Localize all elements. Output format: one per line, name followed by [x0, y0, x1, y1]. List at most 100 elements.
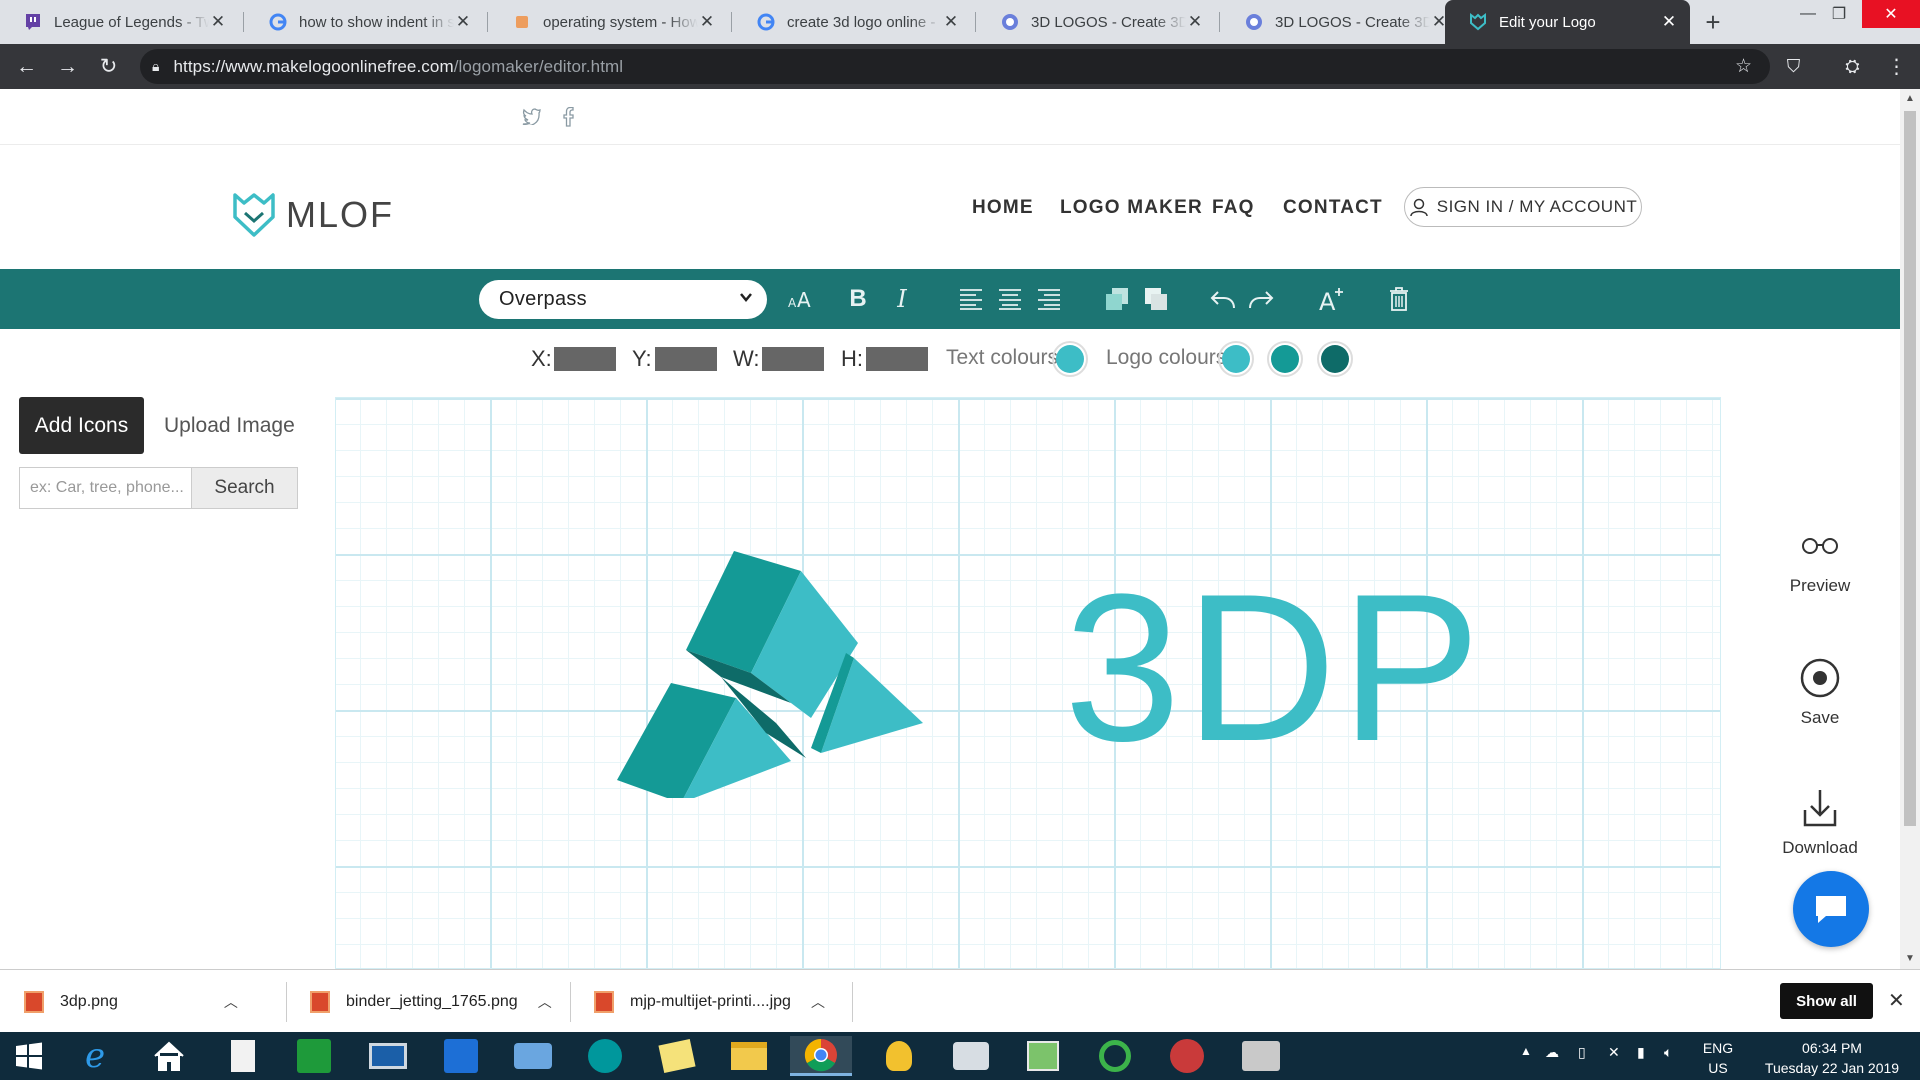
close-tab-icon[interactable]: ✕ [698, 12, 716, 32]
tray-weather-icon[interactable]: ☁ [1545, 1044, 1559, 1061]
nav-home[interactable]: HOME [972, 197, 1034, 219]
chevron-up-icon[interactable]: ︿ [538, 992, 552, 1012]
close-tab-icon[interactable]: ✕ [209, 12, 227, 32]
restore-icon[interactable]: ❐ [1814, 0, 1864, 28]
y-input[interactable] [655, 347, 717, 371]
delete-icon[interactable] [1388, 281, 1410, 317]
close-tab-icon[interactable]: ✕ [1186, 12, 1204, 32]
printer-app-icon[interactable] [1230, 1036, 1292, 1076]
chat-button[interactable] [1793, 871, 1869, 947]
browser-tab[interactable]: 3D LOGOS - Create 3D l ✕ [1221, 0, 1460, 44]
arduino-icon[interactable] [574, 1036, 636, 1076]
maxthon-icon[interactable] [430, 1036, 492, 1076]
browser-tab[interactable]: League of Legends - Tw ✕ [0, 0, 239, 44]
menu-kebab-icon[interactable]: ⋮ [1880, 50, 1913, 83]
address-bar[interactable]: 🔒︎ https://www.makelogoonlinefree.com/lo… [140, 49, 1770, 84]
browser-tab[interactable]: operating system - How ✕ [489, 0, 728, 44]
font-select[interactable]: Overpass [479, 280, 767, 319]
computer-icon[interactable] [357, 1036, 419, 1076]
close-tab-icon[interactable]: ✕ [942, 12, 960, 32]
add-text-icon[interactable]: A [1318, 281, 1346, 317]
close-tab-icon[interactable]: ✕ [1660, 12, 1678, 32]
file-explorer-icon[interactable] [718, 1036, 780, 1076]
x-input[interactable] [554, 347, 616, 371]
forward-icon[interactable]: → [51, 50, 84, 83]
align-center-icon[interactable] [997, 281, 1023, 317]
sticky-notes-icon[interactable] [646, 1036, 708, 1076]
nav-faq[interactable]: FAQ [1212, 197, 1255, 219]
search-button[interactable]: Search [191, 467, 298, 509]
text-colour-swatch[interactable] [1052, 341, 1088, 377]
close-tab-icon[interactable]: ✕ [454, 12, 472, 32]
logo-colour-swatch[interactable] [1218, 341, 1254, 377]
chevron-up-icon[interactable]: ︿ [224, 992, 238, 1012]
extension-shield-icon[interactable]: ⛉ [1777, 50, 1810, 83]
h-input[interactable] [866, 347, 928, 371]
show-all-downloads-button[interactable]: Show all [1780, 983, 1873, 1019]
download-button[interactable]: Download [1760, 786, 1880, 858]
font-size-icon[interactable]: AA [788, 281, 814, 317]
bookmark-star-icon[interactable]: ☆ [1735, 55, 1752, 78]
italic-icon[interactable]: I [890, 281, 914, 317]
home-icon[interactable] [138, 1036, 200, 1076]
lightbulb-icon[interactable] [868, 1036, 930, 1076]
close-window-icon[interactable]: ✕ [1862, 0, 1920, 28]
tray-network-icon[interactable]: ✕ [1608, 1044, 1620, 1061]
scroll-up-icon[interactable]: ▲ [1905, 93, 1915, 104]
keyboard-icon[interactable] [502, 1036, 564, 1076]
nav-logo-maker[interactable]: LOGO MAKER [1060, 197, 1203, 219]
3d-blocks-logo-icon[interactable] [616, 543, 926, 798]
scroll-down-icon[interactable]: ▼ [1905, 953, 1915, 964]
site-logo[interactable]: MLOF [232, 191, 394, 239]
sign-in-button[interactable]: SIGN IN / MY ACCOUNT [1404, 187, 1642, 227]
back-icon[interactable]: ← [10, 50, 43, 83]
file-icon[interactable] [212, 1036, 274, 1076]
chevron-up-icon[interactable]: ︿ [811, 992, 825, 1012]
bold-icon[interactable]: B [846, 281, 870, 317]
align-left-icon[interactable] [958, 281, 984, 317]
undo-icon[interactable] [1210, 281, 1236, 317]
input-language[interactable]: ENG US [1700, 1038, 1736, 1078]
download-item[interactable]: mjp-multijet-printi....jpg ︿ [570, 970, 825, 1033]
windows-start-icon[interactable] [0, 1036, 58, 1076]
browser-tab-active[interactable]: Edit your Logo ✕ [1445, 0, 1690, 44]
spider-app-icon[interactable] [1156, 1036, 1218, 1076]
w-input[interactable] [762, 347, 824, 371]
page-scrollbar[interactable]: ▲ ▼ [1900, 89, 1920, 969]
tray-device-icon[interactable]: ▯ [1578, 1044, 1586, 1061]
new-tab-button[interactable]: + [1697, 6, 1729, 38]
logo-text[interactable]: 3DP [1064, 563, 1485, 773]
tray-expand-icon[interactable]: ▲ [1520, 1044, 1532, 1058]
upload-image-tab[interactable]: Upload Image [164, 414, 295, 438]
paint-icon[interactable] [1012, 1036, 1074, 1076]
logo-colour-swatch[interactable] [1317, 341, 1353, 377]
add-icons-tab[interactable]: Add Icons [19, 397, 144, 454]
nav-contact[interactable]: CONTACT [1283, 197, 1383, 219]
logo-colour-swatch[interactable] [1267, 341, 1303, 377]
send-backward-icon[interactable] [1143, 281, 1169, 317]
internet-explorer-icon[interactable]: e [64, 1036, 126, 1076]
browser-tab[interactable]: create 3d logo online - ✕ [733, 0, 972, 44]
browser-tab[interactable]: 3D LOGOS - Create 3D l ✕ [977, 0, 1216, 44]
browser-tab[interactable]: how to show indent in s ✕ [245, 0, 484, 44]
design-canvas[interactable]: 3DP [335, 397, 1721, 969]
tray-volume-icon[interactable]: 🔈︎ [1664, 1044, 1672, 1061]
icon-search-input[interactable] [19, 467, 192, 509]
store-icon[interactable] [283, 1036, 345, 1076]
sync-app-icon[interactable] [1084, 1036, 1146, 1076]
download-item[interactable]: binder_jetting_1765.png ︿ [286, 970, 552, 1033]
facebook-icon[interactable] [562, 106, 574, 132]
align-right-icon[interactable] [1036, 281, 1062, 317]
save-button[interactable]: Save [1760, 656, 1880, 728]
bring-forward-icon[interactable] [1104, 281, 1130, 317]
scroll-thumb[interactable] [1904, 111, 1916, 826]
download-item[interactable]: 3dp.png ︿ [0, 970, 238, 1033]
reload-icon[interactable]: ↻ [92, 50, 125, 83]
chrome-icon[interactable] [790, 1036, 852, 1076]
twitter-icon[interactable] [522, 107, 542, 130]
redo-icon[interactable] [1248, 281, 1274, 317]
monitor-app-icon[interactable] [940, 1036, 1002, 1076]
clock[interactable]: 06:34 PM Tuesday 22 Jan 2019 [1752, 1038, 1912, 1078]
preview-button[interactable]: Preview [1760, 524, 1880, 596]
tray-signal-icon[interactable]: ▮ [1637, 1044, 1645, 1061]
